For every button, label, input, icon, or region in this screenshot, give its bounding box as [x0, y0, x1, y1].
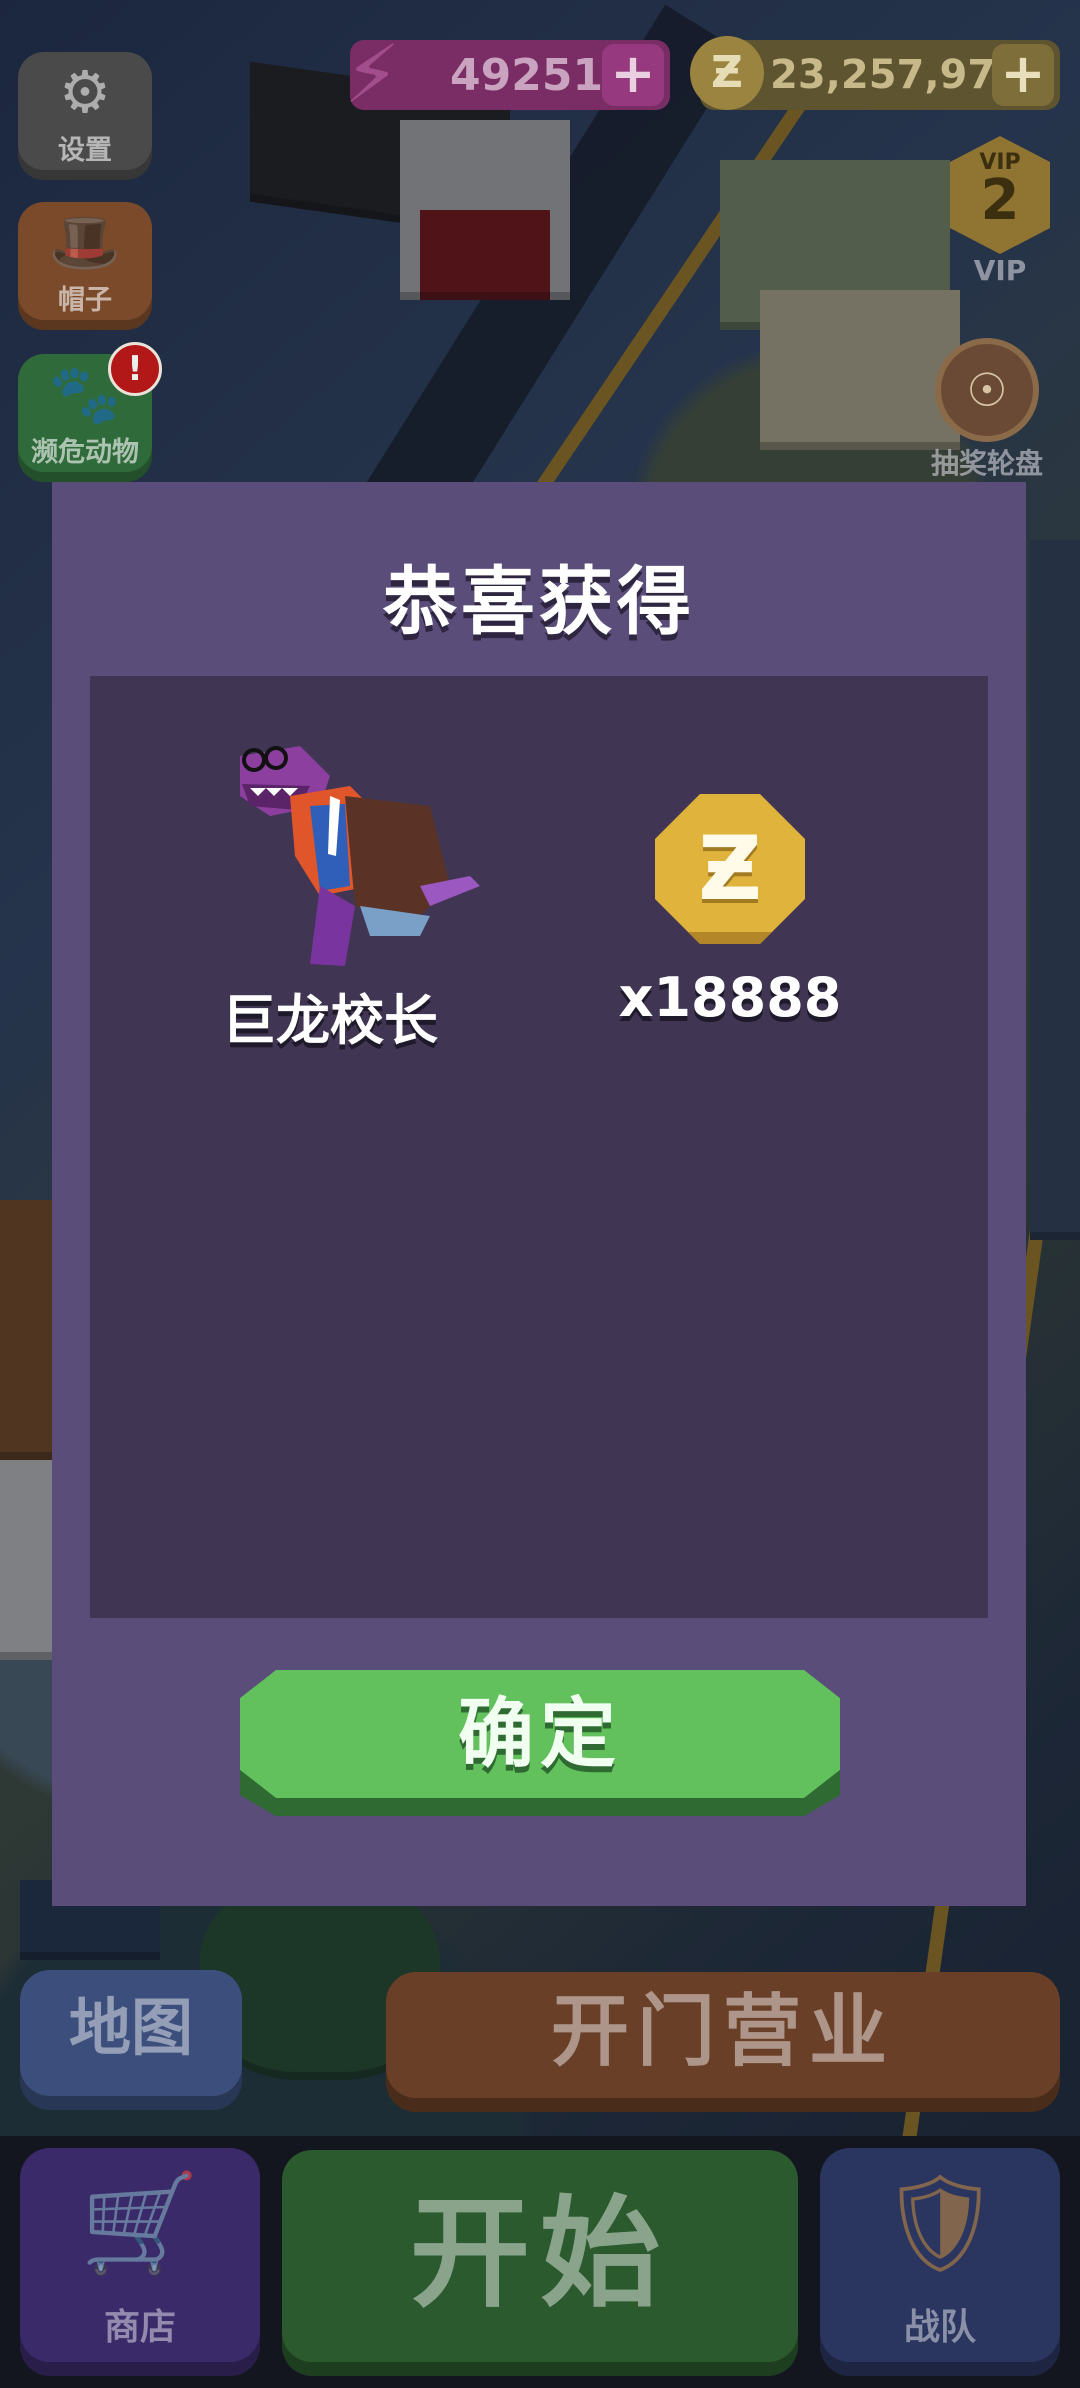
add-energy-button[interactable]: + — [602, 44, 664, 106]
coin-amount: x18888 — [618, 966, 842, 1029]
coin-counter: Ƶ 23,257,976 + — [690, 36, 1060, 110]
settings-label: 设置 — [58, 135, 112, 166]
coin-icon: Ƶ — [690, 36, 764, 110]
coin-value: 23,257,976 — [770, 52, 1024, 98]
team-label: 战队 — [903, 2307, 976, 2348]
reward-item-coins: Ƶ x18888 — [590, 794, 870, 1029]
coin-glyph: Ƶ — [698, 817, 762, 920]
hat-button[interactable]: 🎩 帽子 — [18, 202, 152, 330]
start-label: 开始 — [410, 2185, 670, 2324]
vip-shield-icon: VIP 2 — [950, 136, 1050, 254]
dinosaur-principal-icon — [180, 736, 480, 976]
energy-counter: ⚡ 49251 + — [344, 28, 670, 121]
map-button[interactable]: 地图 — [20, 1970, 242, 2110]
shop-cart-icon: 🛒 — [80, 2167, 200, 2279]
confirm-button[interactable]: 确定 — [240, 1670, 840, 1816]
vip-level: 2 — [980, 168, 1020, 233]
hat-label: 帽子 — [58, 285, 112, 316]
start-button[interactable]: 开始 — [282, 2150, 798, 2376]
team-emblem-icon: 🛡 — [879, 2167, 1001, 2279]
reward-item-character: 巨龙校长 — [180, 736, 480, 1055]
vip-label: VIP — [973, 254, 1027, 287]
vip-button[interactable]: VIP 2 VIP — [938, 136, 1062, 287]
reward-dialog: 恭喜获得 巨龙校长 Ƶ x18888 确定 — [52, 482, 1026, 1906]
character-name: 巨龙校长 — [222, 989, 438, 1052]
bottom-nav: 🛒 商店 开始 🛡 战队 — [0, 2136, 1080, 2388]
shop-button[interactable]: 🛒 商店 — [20, 2148, 260, 2376]
add-coins-button[interactable]: + — [992, 44, 1054, 106]
gear-icon: ⚙ — [59, 58, 111, 126]
lucky-wheel-button[interactable]: ☉ 抽奖轮盘 — [912, 338, 1062, 482]
open-business-label: 开门营业 — [550, 1987, 895, 2077]
dialog-title: 恭喜获得 — [383, 559, 695, 645]
settings-button[interactable]: ⚙ 设置 — [18, 52, 152, 180]
reward-panel: 巨龙校长 Ƶ x18888 — [90, 676, 988, 1618]
confirm-label: 确定 — [458, 1689, 622, 1778]
endangered-animals-label: 濒危动物 — [31, 437, 139, 468]
coin-icon: Ƶ — [655, 794, 805, 944]
shop-label: 商店 — [103, 2307, 176, 2348]
notification-badge: ! — [108, 342, 162, 396]
lightning-icon: ⚡ — [344, 28, 401, 121]
open-business-button[interactable]: 开门营业 — [386, 1972, 1060, 2112]
energy-value: 49251 — [450, 49, 604, 101]
lucky-wheel-label: 抽奖轮盘 — [930, 447, 1043, 480]
wheel-icon: ☉ — [935, 338, 1039, 442]
endangered-animals-button[interactable]: 🐾 濒危动物 ! — [18, 342, 162, 482]
hat-icon: 🎩 — [48, 208, 122, 276]
map-label: 地图 — [68, 1991, 193, 2064]
team-button[interactable]: 🛡 战队 — [820, 2148, 1060, 2376]
